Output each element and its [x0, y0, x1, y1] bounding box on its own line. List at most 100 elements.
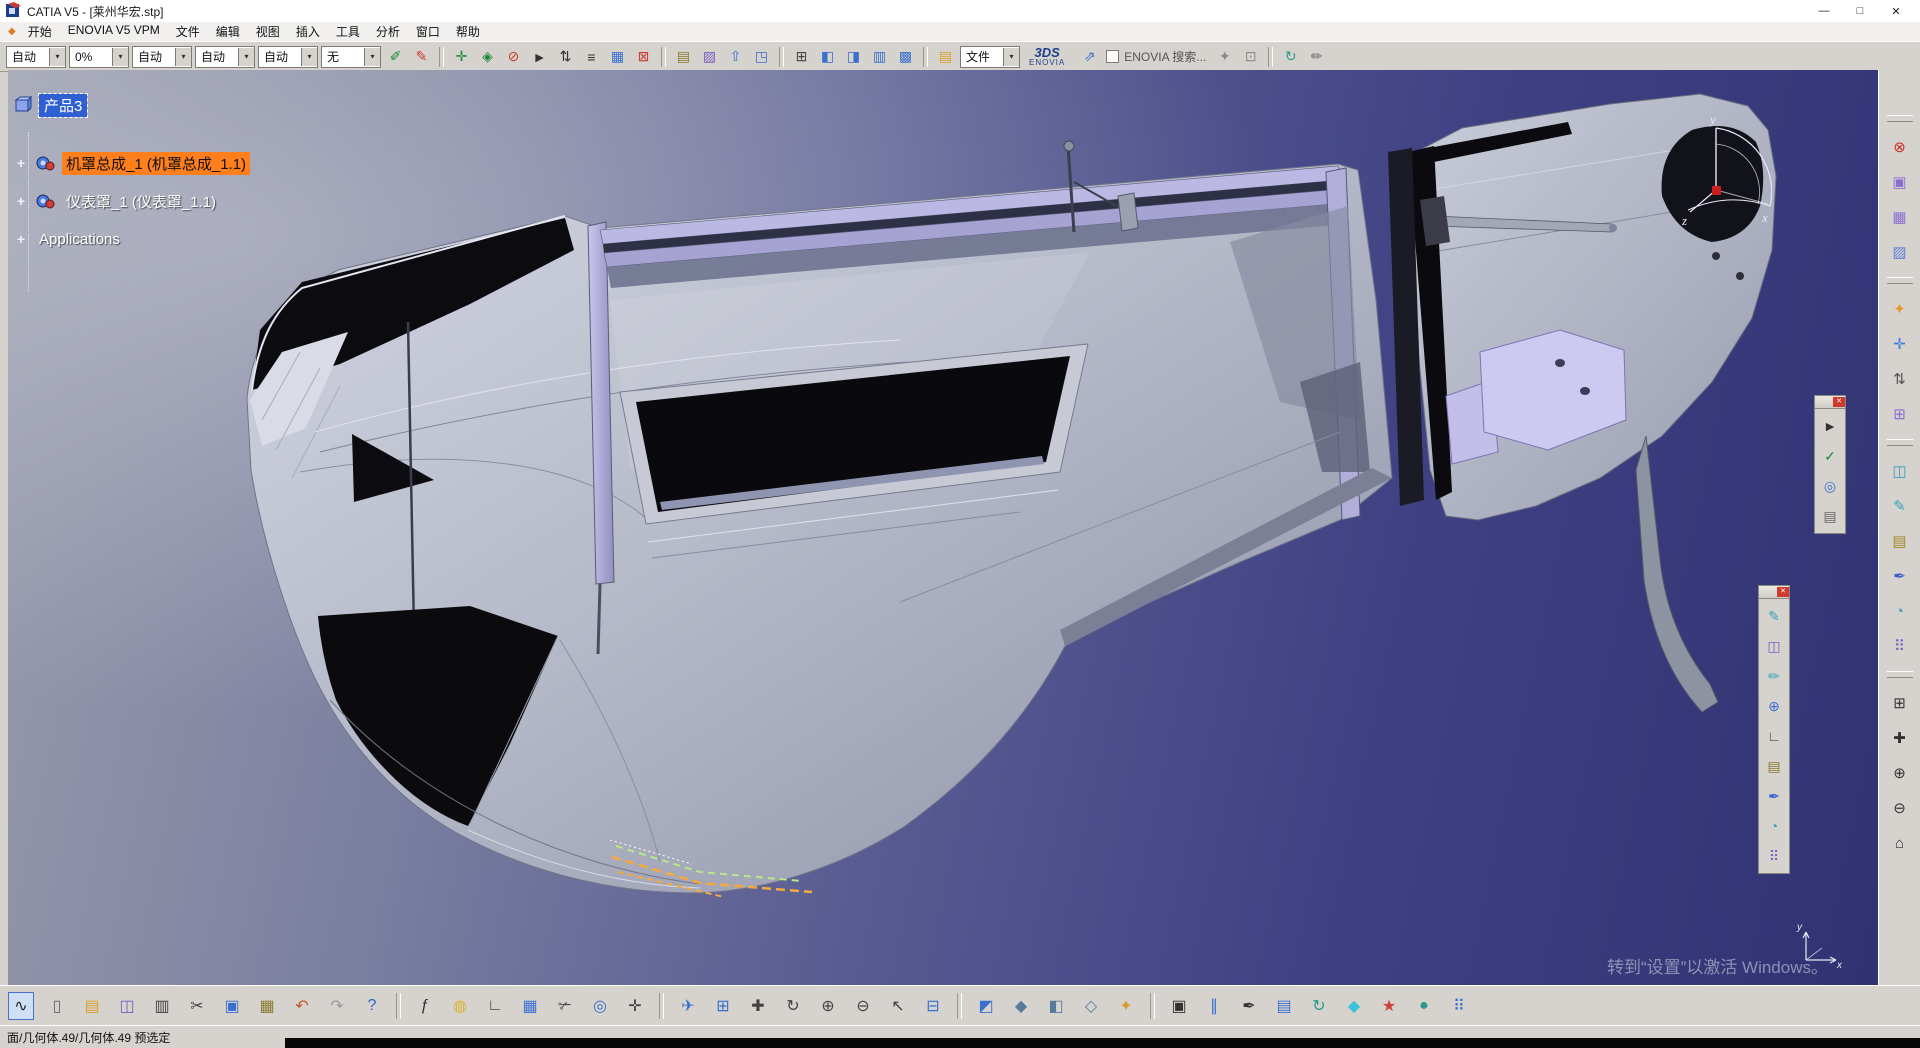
painter-icon[interactable]: ✐ — [384, 45, 407, 68]
render-icon[interactable]: ★ — [1377, 993, 1401, 1019]
home-view-icon[interactable]: ⌂ — [1888, 832, 1912, 854]
dropdown-arrow-icon[interactable]: ▾ — [364, 48, 380, 66]
analysis-icon[interactable]: ◔ — [1888, 600, 1912, 622]
dropdown-arrow-icon[interactable]: ▾ — [301, 48, 317, 66]
wireframe-view-icon[interactable]: ◇ — [1079, 993, 1103, 1019]
light-icon[interactable]: ✦ — [1114, 993, 1138, 1019]
camera-icon[interactable]: ▣ — [1167, 993, 1191, 1019]
snap-icon[interactable]: ⇅ — [554, 45, 577, 68]
palette-header[interactable]: ✕ — [1759, 586, 1789, 599]
sheet-icon[interactable]: ▤ — [1819, 505, 1841, 527]
pencil-icon[interactable]: ✏ — [1763, 665, 1785, 687]
undo-icon[interactable]: ↶ — [290, 993, 314, 1019]
refresh-icon[interactable]: ↻ — [1279, 45, 1302, 68]
measure-icon[interactable]: ∟ — [1763, 725, 1785, 747]
pointer-icon[interactable]: ► — [528, 45, 551, 68]
plane-icon[interactable]: ▤ — [1888, 530, 1912, 552]
redo-icon[interactable]: ↷ — [325, 993, 349, 1019]
menu-item[interactable]: 分析 — [368, 21, 408, 42]
new-document-icon[interactable]: ▯ — [45, 993, 69, 1019]
menu-item[interactable]: 工具 — [328, 21, 368, 42]
annotation-icon[interactable]: ✒ — [1888, 565, 1912, 587]
menu-item[interactable]: 文件 — [168, 21, 208, 42]
hood-assembly-model[interactable] — [8, 70, 1878, 986]
rotate-view-icon[interactable]: ↻ — [781, 993, 805, 1019]
menu-item[interactable]: 开始 — [20, 21, 60, 42]
image-capture-icon[interactable]: ▨ — [698, 45, 721, 68]
hood-body-part[interactable] — [247, 141, 1392, 893]
list-icon[interactable]: ≡ — [580, 45, 603, 68]
menu-item[interactable]: 视图 — [248, 21, 288, 42]
lock-c-icon[interactable]: ▥ — [868, 45, 891, 68]
add-icon[interactable]: ⊕ — [1763, 695, 1785, 717]
grid-snap-icon[interactable]: ⠿ — [1447, 993, 1471, 1019]
opacity-combo[interactable]: 0% ▾ — [69, 46, 129, 68]
point-cloud-icon[interactable]: ⠿ — [1888, 635, 1912, 657]
3d-viewport[interactable]: 产品3 + 机罩总成_1 (机罩总成_1.1) + 仪表罩_1 (仪表罩_1.1… — [8, 70, 1878, 986]
dropdown-arrow-icon[interactable]: ▾ — [1003, 48, 1019, 66]
rotate-icon[interactable]: ◈ — [476, 45, 499, 68]
update-icon[interactable]: ↻ — [1307, 993, 1331, 1019]
clean-icon[interactable]: ✏ — [1305, 45, 1328, 68]
dropdown-arrow-icon[interactable]: ▾ — [238, 48, 254, 66]
notepad-icon[interactable]: ▤ — [1763, 755, 1785, 777]
catalog-icon[interactable]: ▤ — [672, 45, 695, 68]
lock-d-icon[interactable]: ▩ — [894, 45, 917, 68]
translate-icon[interactable]: ✛ — [450, 45, 473, 68]
assembly-node-icon[interactable] — [35, 192, 55, 210]
view-compass[interactable]: y z x — [1680, 112, 1772, 230]
sphere-icon[interactable]: ◔ — [1763, 815, 1785, 837]
formula-icon[interactable]: ƒ — [413, 993, 437, 1019]
file-type-combo[interactable]: 文件 ▾ — [960, 46, 1020, 68]
paste-icon[interactable]: ▦ — [255, 993, 279, 1019]
zoom-out-icon[interactable]: ⊖ — [1888, 797, 1912, 819]
tree-item-hood-assembly[interactable]: 机罩总成_1 (机罩总成_1.1) — [62, 152, 250, 175]
surface-icon[interactable]: ◫ — [1888, 460, 1912, 482]
sketch-icon[interactable]: ✎ — [1763, 605, 1785, 627]
knife-icon[interactable]: ✃ — [553, 993, 577, 1019]
box-icon[interactable]: ◫ — [1763, 635, 1785, 657]
fly-mode-icon[interactable]: ✈ — [676, 993, 700, 1019]
publish-icon[interactable]: ⇧ — [724, 45, 747, 68]
enovia-connect-icon[interactable]: ⇗ — [1078, 45, 1101, 68]
palette-header[interactable]: ✕ — [1815, 396, 1845, 409]
normal-view-icon[interactable]: ↖ — [886, 993, 910, 1019]
exit-workbench-icon[interactable]: ⊗ — [1888, 136, 1912, 158]
material-icon[interactable]: ● — [1412, 993, 1436, 1019]
product-root-icon[interactable] — [14, 96, 32, 114]
sketcher-icon[interactable]: ✦ — [1888, 298, 1912, 320]
disable-icon[interactable]: ⊘ — [502, 45, 525, 68]
maximize-button[interactable]: □ — [1842, 1, 1878, 22]
lock-b-icon[interactable]: ◨ — [842, 45, 865, 68]
zoom-in-icon[interactable]: ⊕ — [1888, 762, 1912, 784]
pan-icon[interactable]: ✚ — [746, 993, 770, 1019]
spellcheck-icon[interactable]: ✓ — [1819, 445, 1841, 467]
hide-show-icon[interactable]: ◎ — [1819, 475, 1841, 497]
report-icon[interactable]: ▦ — [606, 45, 629, 68]
product-structure-icon[interactable]: ▣ — [1888, 171, 1912, 193]
assembly-design-icon[interactable]: ▦ — [1888, 206, 1912, 228]
menu-item[interactable]: 编辑 — [208, 21, 248, 42]
copy-icon[interactable]: ▣ — [220, 993, 244, 1019]
measure-between-icon[interactable]: ∥ — [1202, 993, 1226, 1019]
visualization-icon[interactable]: ◆ — [1342, 993, 1366, 1019]
constraints-icon[interactable]: ✛ — [1888, 333, 1912, 355]
graphic-props-combo-3[interactable]: 自动 ▾ — [195, 46, 255, 68]
graphic-props-combo-4[interactable]: 自动 ▾ — [258, 46, 318, 68]
cloud-points-icon[interactable]: ⠿ — [1763, 845, 1785, 867]
frame-icon[interactable]: ⊞ — [1888, 403, 1912, 425]
fit-all-icon[interactable]: ⊞ — [711, 993, 735, 1019]
close-palette-button[interactable]: ✕ — [1833, 397, 1845, 407]
ruler-icon[interactable]: ∟ — [483, 993, 507, 1019]
graphic-props-combo-1[interactable]: 自动 ▾ — [6, 46, 66, 68]
folder-icon[interactable]: ▤ — [934, 45, 957, 68]
pan-view-icon[interactable]: ✚ — [1888, 727, 1912, 749]
part-design-icon[interactable]: ▨ — [1888, 241, 1912, 263]
window-icon[interactable]: ⊞ — [790, 45, 813, 68]
menu-item[interactable]: 窗口 — [408, 21, 448, 42]
tree-item-applications[interactable]: Applications — [35, 230, 124, 249]
enovia-search-input[interactable]: ENOVIA 搜索... — [1124, 48, 1206, 65]
wizard-pen-icon[interactable]: ✎ — [410, 45, 433, 68]
dropdown-arrow-icon[interactable]: ▾ — [49, 48, 65, 66]
iso-view-icon[interactable]: ◆ — [1009, 993, 1033, 1019]
